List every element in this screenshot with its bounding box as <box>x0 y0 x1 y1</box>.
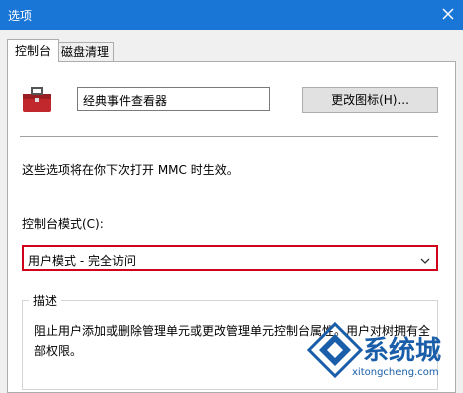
window-title: 选项 <box>8 9 33 23</box>
console-mode-select[interactable]: 用户模式 - 完全访问 <box>22 245 438 271</box>
title-bar: 选项 <box>0 0 463 30</box>
tab-console[interactable]: 控制台 <box>7 39 59 62</box>
toolbox-icon <box>20 82 54 116</box>
console-mode-value: 用户模式 - 完全访问 <box>28 254 136 268</box>
console-mode-label: 控制台模式(C): <box>22 217 104 231</box>
divider <box>20 136 438 137</box>
tab-disk-cleanup[interactable]: 磁盘清理 <box>57 42 114 62</box>
console-name-input[interactable]: 经典事件查看器 <box>77 87 270 111</box>
info-text: 这些选项将在你下次打开 MMC 时生效。 <box>22 163 239 177</box>
watermark-name: 系统城 <box>363 336 442 366</box>
description-legend: 描述 <box>29 292 62 309</box>
chevron-down-icon <box>420 254 430 264</box>
close-icon[interactable] <box>441 4 455 22</box>
change-icon-button[interactable]: 更改图标(H)... <box>302 87 438 113</box>
watermark-url: xitongcheng.com <box>352 367 439 378</box>
